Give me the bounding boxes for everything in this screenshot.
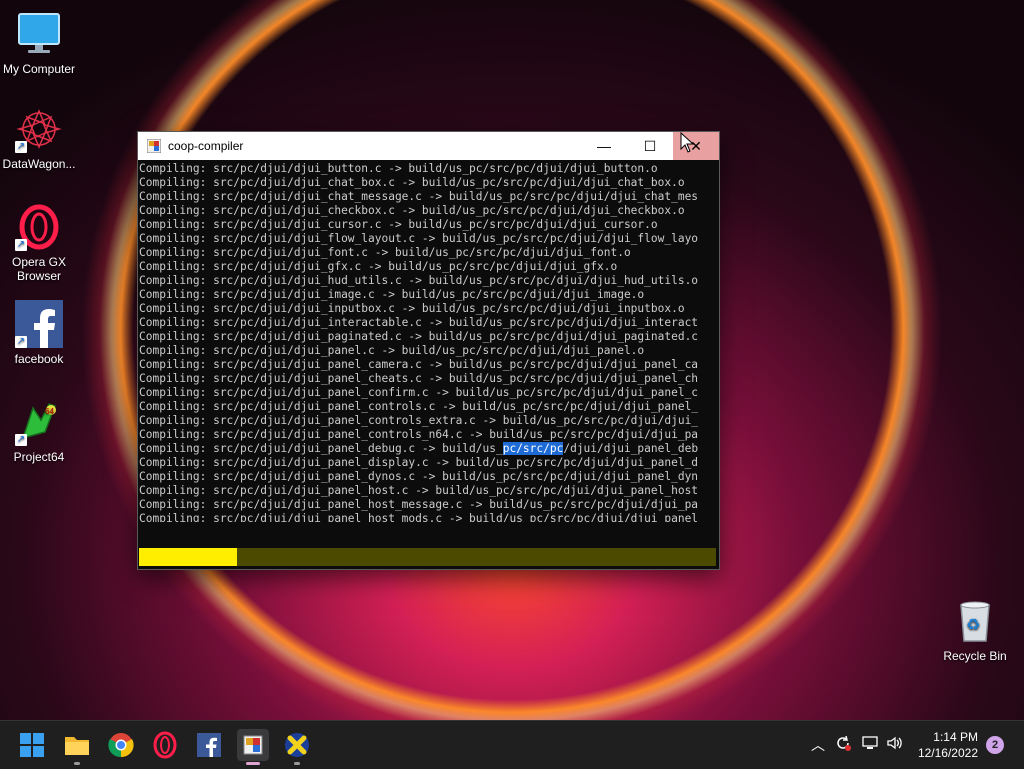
window-title: coop-compiler [168,139,244,153]
console-line: Compiling: src/pc/djui/djui_panel_host.c… [139,484,699,497]
console-line: Compiling: src/pc/djui/djui_panel_contro… [139,428,699,441]
minimize-button[interactable]: — [581,132,627,160]
taskbar: ︿ 1:14 PM 12/16/2022 2 [0,720,1024,769]
recycle-bin-icon: ♻ [951,597,999,645]
network-icon[interactable] [861,734,879,755]
console-line: Compiling: src/pc/djui/djui_panel.c -> b… [139,344,645,357]
console-line: Compiling: src/pc/djui/djui_panel_displa… [139,456,699,469]
desktop-icon-label: Recycle Bin [943,649,1007,663]
console-line: Compiling: src/pc/djui/djui_panel_debug.… [139,442,699,455]
console-line: Compiling: src/pc/djui/djui_inputbox.c -… [139,302,685,315]
desktop-icon-label: My Computer [2,62,76,76]
shortcut-arrow-icon: ↗ [15,434,27,446]
chrome-icon [108,733,134,758]
console-line: Compiling: src/pc/djui/djui_panel_host_m… [139,512,699,522]
sync-icon[interactable] [834,734,852,755]
desktop-icon-recycle-bin[interactable]: ♻ Recycle Bin [937,597,1013,663]
console-line: Compiling: src/pc/djui/djui_panel_contro… [139,414,699,427]
desktop-icon-label: facebook [14,352,64,366]
shortcut-arrow-icon: ↗ [15,141,27,153]
selected-text: pc/src/pc [502,442,564,455]
console-line: Compiling: src/pc/djui/djui_paginated.c … [139,330,699,343]
running-indicator [294,762,300,765]
svg-text:♻: ♻ [966,615,980,634]
window-titlebar[interactable]: coop-compiler — ☐ ✕ [138,132,719,160]
windows-start-icon [20,733,44,757]
console-line: Compiling: src/pc/djui/djui_chat_box.c -… [139,176,685,189]
console-line: Compiling: src/pc/djui/djui_panel_contro… [139,400,699,413]
console-line: Compiling: src/pc/djui/djui_panel_camera… [139,358,699,371]
taskbar-chrome[interactable] [105,729,137,761]
taskbar-project64[interactable] [281,729,313,765]
console-line: Compiling: src/pc/djui/djui_panel_host_m… [139,498,699,511]
console-line: Compiling: src/pc/djui/djui_checkbox.c -… [139,204,685,217]
clock-date: 12/16/2022 [917,746,978,760]
start-button[interactable] [16,729,48,761]
desktop-icon-my-computer[interactable]: My Computer [1,10,77,76]
facebook-icon: ↗ [15,300,63,348]
notification-badge[interactable]: 2 [986,736,1004,754]
clock-time: 1:14 PM [933,730,978,744]
datawagon-icon: ↗ [15,105,63,153]
desktop-icon-datawagon[interactable]: ↗ DataWagon... [1,105,77,171]
console-line: Compiling: src/pc/djui/djui_panel_dynos.… [139,470,699,483]
opera-gx-icon [153,731,177,759]
taskbar-facebook[interactable] [193,729,225,761]
clock[interactable]: 1:14 PM 12/16/2022 [918,729,978,761]
project64-icon: 64 ↗ [15,398,63,446]
facebook-icon [197,733,221,757]
shortcut-arrow-icon: ↗ [15,239,27,251]
show-hidden-icons-chevron-icon[interactable]: ︿ [811,735,825,755]
coop-compiler-window[interactable]: coop-compiler — ☐ ✕ Compiling: src/pc/dj… [137,131,720,570]
console-line: Compiling: src/pc/djui/djui_hud_utils.c … [139,274,699,287]
monitor-icon [15,10,63,58]
desktop-icon-project64[interactable]: 64 ↗ Project64 [1,398,77,464]
mouse-cursor-icon [680,132,695,153]
active-indicator [246,762,260,765]
file-explorer-icon [65,737,89,755]
opera-gx-icon: ↗ [15,203,63,251]
console-line: Compiling: src/pc/djui/djui_panel_confir… [139,386,699,399]
console-line: Compiling: src/pc/djui/djui_flow_layout.… [139,232,699,245]
desktop-icon-opera-gx[interactable]: ↗ Opera GX Browser [1,203,77,283]
desktop-icon-facebook[interactable]: ↗ facebook [1,300,77,366]
console-line: Compiling: src/pc/djui/djui_image.c -> b… [139,288,645,301]
desktop-icon-label: DataWagon... [2,157,76,171]
coop-compiler-icon [243,735,263,755]
console-line: Compiling: src/pc/djui/djui_chat_message… [139,190,699,203]
svg-text:64: 64 [45,407,54,416]
console-line: Compiling: src/pc/djui/djui_gfx.c -> bui… [139,260,618,273]
shortcut-arrow-icon: ↗ [15,336,27,348]
console-line: Compiling: src/pc/djui/djui_panel_cheats… [139,372,699,385]
maximize-button[interactable]: ☐ [627,132,673,160]
console-line: Compiling: src/pc/djui/djui_button.c -> … [139,162,658,175]
volume-icon[interactable] [886,734,904,755]
project64-icon [285,733,309,757]
running-indicator [74,762,80,765]
console-line: Compiling: src/pc/djui/djui_font.c -> bu… [139,246,631,259]
build-progress-bar [139,548,716,566]
console-line: Compiling: src/pc/djui/djui_cursor.c -> … [139,218,658,231]
console-output[interactable]: Compiling: src/pc/djui/djui_button.c -> … [138,162,720,522]
coop-compiler-icon [146,138,162,154]
taskbar-coop-compiler[interactable] [237,729,269,765]
build-progress-fill [139,548,238,566]
desktop-icon-label: Project64 [13,450,65,464]
taskbar-file-explorer[interactable] [61,729,93,765]
desktop-icon-label: Opera GX Browser [11,255,67,283]
taskbar-opera-gx[interactable] [149,729,181,761]
console-line: Compiling: src/pc/djui/djui_interactable… [139,316,699,329]
